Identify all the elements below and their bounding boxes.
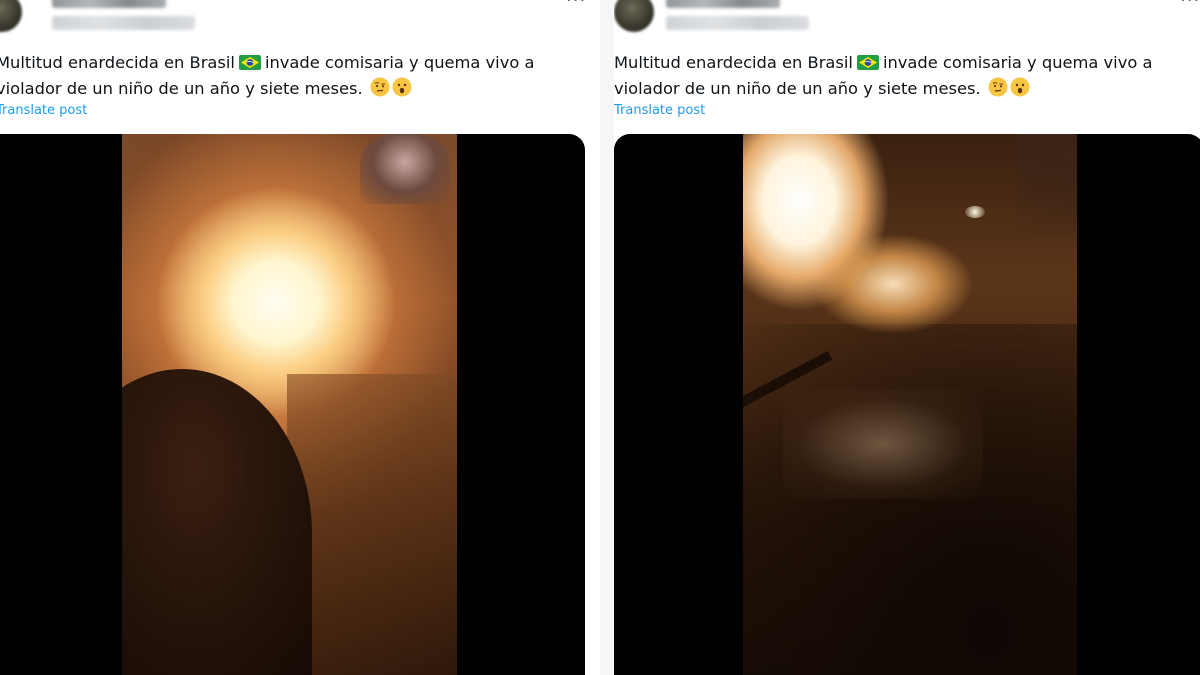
- blurred-username[interactable]: xxxxxxxxxxxxxxxxxxxxxx: [666, 16, 810, 30]
- fire-scene-image: [743, 134, 1077, 675]
- video-player[interactable]: [0, 134, 585, 675]
- video-frame: [743, 134, 1077, 675]
- post-text: Multitud enardecida en Brasil invade comi…: [0, 50, 534, 102]
- brazil-flag-icon: [238, 55, 261, 70]
- post-text-line-1: Multitud enardecida en Brasil invade comi…: [614, 50, 1152, 76]
- post-text-line-2: violador de un niño de un año y siete me…: [614, 76, 1152, 102]
- more-options-icon[interactable]: ···: [1180, 0, 1200, 12]
- post-text-segment: Multitud enardecida en Brasil: [0, 53, 235, 72]
- blurred-display-name[interactable]: xxxxxxxxxxxxxxxx: [52, 0, 166, 8]
- scene-flames: [803, 224, 983, 344]
- avatar[interactable]: [0, 0, 22, 32]
- post-text-segment: invade comisaria y quema vivo a: [264, 53, 535, 72]
- post-text-line-2: violador de un niño de un año y siete me…: [0, 76, 534, 102]
- fire-scene-image: [122, 134, 457, 675]
- scene-foreground-head: [122, 369, 312, 675]
- post-text-segment: violador de un niño de un año y siete me…: [614, 79, 981, 98]
- blurred-display-name[interactable]: xxxxxxxxxxxxxxxx: [666, 0, 780, 8]
- brazil-flag-icon: [856, 55, 879, 70]
- scene-person: [360, 134, 450, 204]
- scene-ash: [783, 389, 983, 499]
- translate-post-link[interactable]: Translate post: [0, 103, 87, 118]
- column-divider: [600, 0, 614, 675]
- post-card-left: xxxxxxxxxxxxxxxx xxxxxxxxxxxxxxxxxxxxxx …: [0, 0, 600, 675]
- translate-post-link[interactable]: Translate post: [614, 103, 705, 118]
- face-with-raised-eyebrow-icon: [370, 77, 390, 97]
- scene-edge: [1017, 134, 1077, 234]
- face-with-open-mouth-icon: [392, 77, 412, 97]
- blurred-username[interactable]: xxxxxxxxxxxxxxxxxxxxxx: [52, 16, 196, 30]
- post-text-segment: invade comisaria y quema vivo a: [882, 53, 1153, 72]
- post-text: Multitud enardecida en Brasil invade comi…: [614, 50, 1152, 102]
- more-options-icon[interactable]: ···: [566, 0, 586, 12]
- post-text-segment: violador de un niño de un año y siete me…: [0, 79, 363, 98]
- video-player[interactable]: [614, 134, 1200, 675]
- video-frame: [122, 134, 457, 675]
- post-text-segment: Multitud enardecida en Brasil: [614, 53, 853, 72]
- avatar[interactable]: [614, 0, 654, 32]
- face-with-raised-eyebrow-icon: [988, 77, 1008, 97]
- scene-spark: [965, 206, 985, 218]
- face-with-open-mouth-icon: [1010, 77, 1030, 97]
- post-text-line-1: Multitud enardecida en Brasil invade comi…: [0, 50, 534, 76]
- scene-ground: [287, 374, 457, 675]
- post-card-right: xxxxxxxxxxxxxxxx xxxxxxxxxxxxxxxxxxxxxx …: [614, 0, 1200, 675]
